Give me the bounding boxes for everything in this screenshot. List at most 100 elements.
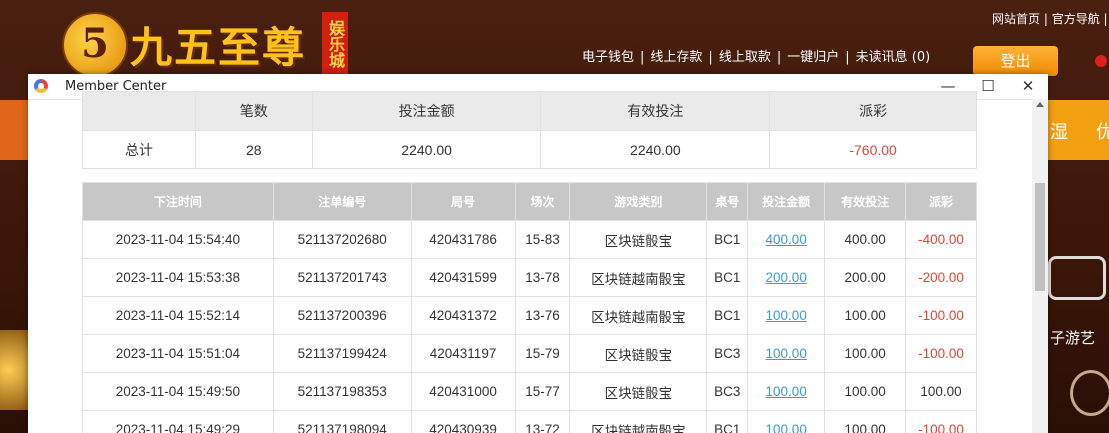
cell-round: 420431372 <box>410 296 516 335</box>
summary-total-row: 总计 28 2240.00 2240.00 -760.00 <box>82 130 977 169</box>
col-header-payout[interactable]: 派彩 <box>905 182 977 221</box>
cell-time: 2023-11-04 15:49:50 <box>82 372 274 411</box>
cell-valid-bet: 100.00 <box>824 334 907 373</box>
cell-round: 420431786 <box>410 220 516 259</box>
nav-bar-right: 湿 优 <box>1048 100 1109 160</box>
col-header-session[interactable]: 场次 <box>514 182 571 221</box>
logout-button[interactable]: 登出 <box>973 46 1058 76</box>
scroll-up-arrow-icon[interactable] <box>1036 102 1044 107</box>
bet-amount-link[interactable]: 100.00 <box>747 372 826 411</box>
cell-table: BC1 <box>706 410 749 433</box>
bet-amount-link[interactable]: 100.00 <box>747 410 826 433</box>
cell-session: 13-78 <box>514 258 571 297</box>
scroll-thumb[interactable] <box>1035 183 1045 291</box>
cell-table: BC1 <box>706 296 749 335</box>
summary-cell: 2240.00 <box>311 130 542 169</box>
summary-cell: 总计 <box>82 130 196 169</box>
language-flag-icon[interactable] <box>1095 55 1107 67</box>
nav-messages[interactable]: 未读讯息 (0) <box>856 50 931 65</box>
bet-amount-link[interactable]: 400.00 <box>747 220 826 259</box>
bet-amount-link[interactable]: 100.00 <box>747 296 826 335</box>
summary-cell: 2240.00 <box>540 130 771 169</box>
summary-header-row: 笔数 投注金额 有效投注 派彩 <box>82 91 977 131</box>
bet-records-table: 下注时间 注单编号 局号 场次 游戏类别 桌号 投注金额 有效投注 派彩 202… <box>82 182 977 433</box>
table-row: 2023-11-04 15:51:04 521137199424 4204311… <box>82 334 977 373</box>
cell-session: 15-83 <box>514 220 571 259</box>
cell-time: 2023-11-04 15:53:38 <box>82 258 274 297</box>
gold-decoration <box>0 330 28 410</box>
cell-order-id: 521137202680 <box>272 220 412 259</box>
vertical-scrollbar[interactable] <box>1032 99 1048 433</box>
site-logo-text[interactable]: 九五至尊 <box>130 14 306 75</box>
cell-order-id: 521137200396 <box>272 296 412 335</box>
cell-round: 420431197 <box>410 334 516 373</box>
nav-deposit[interactable]: 线上存款 <box>650 50 702 65</box>
cell-order-id: 521137198353 <box>272 372 412 411</box>
table-row: 2023-11-04 15:54:40 521137202680 4204317… <box>82 220 977 259</box>
summary-header-cell <box>82 91 196 131</box>
col-header-game[interactable]: 游戏类别 <box>569 182 708 221</box>
cell-table: BC3 <box>706 372 749 411</box>
browser-app-icon <box>34 79 48 93</box>
account-nav: 电子钱包 | 线上存款 | 线上取款 | 一键归户 | 未读讯息 (0) <box>582 50 931 65</box>
cell-payout: 100.00 <box>905 372 977 411</box>
top-link-home[interactable]: 网站首页 <box>992 12 1040 26</box>
bet-amount-link[interactable]: 200.00 <box>747 258 826 297</box>
cell-game: 区块链骰宝 <box>569 220 708 259</box>
cell-valid-bet: 100.00 <box>824 372 907 411</box>
cell-payout: -200.00 <box>905 258 977 297</box>
cell-time: 2023-11-04 15:49:29 <box>82 410 274 433</box>
col-header-order-id[interactable]: 注单编号 <box>272 182 412 221</box>
table-row: 2023-11-04 15:49:29 521137198094 4204309… <box>82 410 977 433</box>
cell-session: 13-72 <box>514 410 571 433</box>
summary-header-cell: 笔数 <box>194 91 313 131</box>
nav-withdraw[interactable]: 线上取款 <box>719 50 771 65</box>
col-header-table[interactable]: 桌号 <box>706 182 749 221</box>
nav-wallet[interactable]: 电子钱包 <box>582 50 634 65</box>
bet-amount-link[interactable]: 100.00 <box>747 334 826 373</box>
col-header-bet[interactable]: 投注金额 <box>747 182 826 221</box>
cell-order-id: 521137201743 <box>272 258 412 297</box>
cell-payout: -100.00 <box>905 296 977 335</box>
site-logo-icon[interactable]: 5 <box>62 12 128 78</box>
cell-game: 区块链骰宝 <box>569 372 708 411</box>
slot-machine-icon[interactable] <box>1048 256 1106 300</box>
cell-table: BC1 <box>706 220 749 259</box>
site-logo-badge: 娱乐城 <box>322 12 348 76</box>
cell-table: BC3 <box>706 334 749 373</box>
cell-round: 420431599 <box>410 258 516 297</box>
cell-session: 13-76 <box>514 296 571 335</box>
nav-transfer[interactable]: 一键归户 <box>787 50 839 65</box>
cell-time: 2023-11-04 15:51:04 <box>82 334 274 373</box>
nav-tab-partial-1[interactable]: 湿 <box>1050 118 1068 144</box>
col-header-round[interactable]: 局号 <box>410 182 516 221</box>
fish-game-icon[interactable] <box>1070 370 1109 416</box>
cell-payout: -100.00 <box>905 410 977 433</box>
close-button[interactable]: ✕ <box>1008 74 1048 99</box>
nav-tab-partial-2[interactable]: 优 <box>1096 118 1109 144</box>
cell-time: 2023-11-04 15:54:40 <box>82 220 274 259</box>
summary-payout-cell: -760.00 <box>769 130 977 169</box>
top-links: 网站首页 | 官方导航 | <box>992 12 1108 26</box>
cell-time: 2023-11-04 15:52:14 <box>82 296 274 335</box>
table-row: 2023-11-04 15:53:38 521137201743 4204315… <box>82 258 977 297</box>
records-header-row: 下注时间 注单编号 局号 场次 游戏类别 桌号 投注金额 有效投注 派彩 <box>82 182 977 221</box>
nav-bar-left <box>0 100 28 160</box>
cell-order-id: 521137199424 <box>272 334 412 373</box>
category-label[interactable]: 子游艺 <box>1050 327 1095 348</box>
cell-valid-bet: 200.00 <box>824 258 907 297</box>
cell-round: 420431000 <box>410 372 516 411</box>
cell-game: 区块链骰宝 <box>569 334 708 373</box>
cell-session: 15-79 <box>514 334 571 373</box>
summary-cell: 28 <box>194 130 313 169</box>
cell-game: 区块链越南骰宝 <box>569 410 708 433</box>
summary-header-cell: 投注金额 <box>311 91 542 131</box>
cell-valid-bet: 400.00 <box>824 220 907 259</box>
col-header-time[interactable]: 下注时间 <box>82 182 274 221</box>
cell-table: BC1 <box>706 258 749 297</box>
col-header-valid-bet[interactable]: 有效投注 <box>824 182 907 221</box>
top-link-nav[interactable]: 官方导航 <box>1052 12 1100 26</box>
summary-header-cell: 有效投注 <box>540 91 771 131</box>
table-row: 2023-11-04 15:49:50 521137198353 4204310… <box>82 372 977 411</box>
cell-game: 区块链越南骰宝 <box>569 296 708 335</box>
